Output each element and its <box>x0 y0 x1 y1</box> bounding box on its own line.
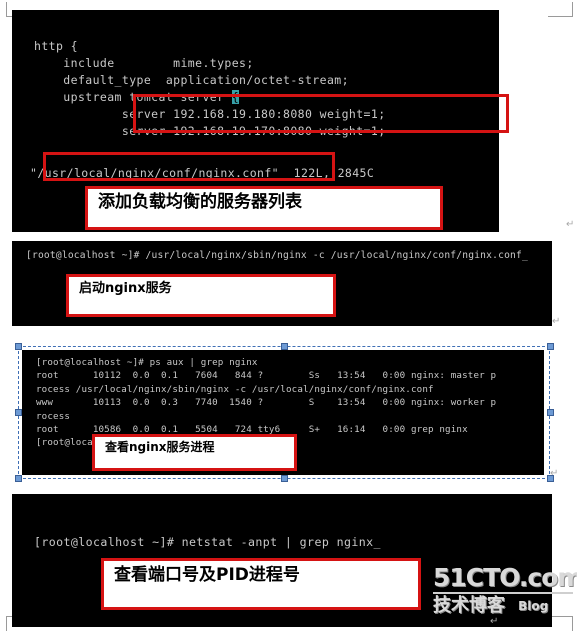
watermark-blog-text: Blog <box>518 599 549 613</box>
resize-handle-top-left[interactable] <box>15 343 22 350</box>
annotation-text-1: 添加负载均衡的服务器列表 <box>98 192 302 212</box>
document-page: http { include mime.types; default_type … <box>0 0 577 633</box>
resize-handle-top-center[interactable] <box>281 343 288 350</box>
watermark-51cto: 51CTO.com 技术博客 Blog <box>433 563 577 627</box>
annotation-text-2: 启动nginx服务 <box>79 281 172 296</box>
paragraph-mark-2: ↵ <box>552 316 561 327</box>
paragraph-mark-4: ↵ <box>490 616 499 627</box>
ps-line-worker-1: www 10113 0.0 0.3 7740 1540 ? S 13:54 0:… <box>36 397 497 409</box>
highlight-box-server-list <box>133 94 509 133</box>
ps-line-master-2: rocess /usr/local/nginx/sbin/nginx -c /u… <box>36 383 434 395</box>
vim-line-http: http { <box>34 39 78 53</box>
paragraph-mark-3: ↵ <box>550 468 559 479</box>
ps-line-worker-2: rocess <box>36 410 71 422</box>
annotation-text-3: 查看nginx服务进程 <box>105 440 215 454</box>
resize-handle-middle-left[interactable] <box>15 409 22 416</box>
resize-handle-bottom-center[interactable] <box>281 475 288 482</box>
shell-command-line-netstat: [root@localhost ~]# netstat -anpt | grep… <box>34 535 381 549</box>
vim-line-default-type: default_type application/octet-stream; <box>34 73 349 87</box>
vim-line-include: include mime.types; <box>34 56 254 70</box>
resize-handle-bottom-left[interactable] <box>15 475 22 482</box>
ps-line-command: [root@localhost ~]# ps aux | grep nginx <box>36 357 258 368</box>
margin-mark-top-right <box>548 2 573 17</box>
ps-line-master-1: root 10112 0.0 0.1 7604 844 ? Ss 13:54 0… <box>36 370 497 382</box>
highlight-box-config-path <box>43 152 335 181</box>
shell-command-line-start-nginx: [root@localhost ~]# /usr/local/nginx/sbi… <box>26 250 528 261</box>
annotation-text-4: 查看端口号及PID进程号 <box>114 565 300 585</box>
annotation-box-ps-aux: 查看nginx服务进程 <box>92 434 297 471</box>
paragraph-mark-1: ↵ <box>566 219 575 230</box>
annotation-box-netstat: 查看端口号及PID进程号 <box>101 558 421 610</box>
watermark-sub-text: 技术博客 <box>433 595 505 616</box>
annotation-box-start-nginx: 启动nginx服务 <box>66 274 336 317</box>
watermark-main-text: 51CTO.com <box>433 563 577 594</box>
resize-handle-top-right[interactable] <box>547 343 554 350</box>
resize-handle-middle-right[interactable] <box>547 409 554 416</box>
annotation-box-server-list: 添加负载均衡的服务器列表 <box>85 186 443 230</box>
